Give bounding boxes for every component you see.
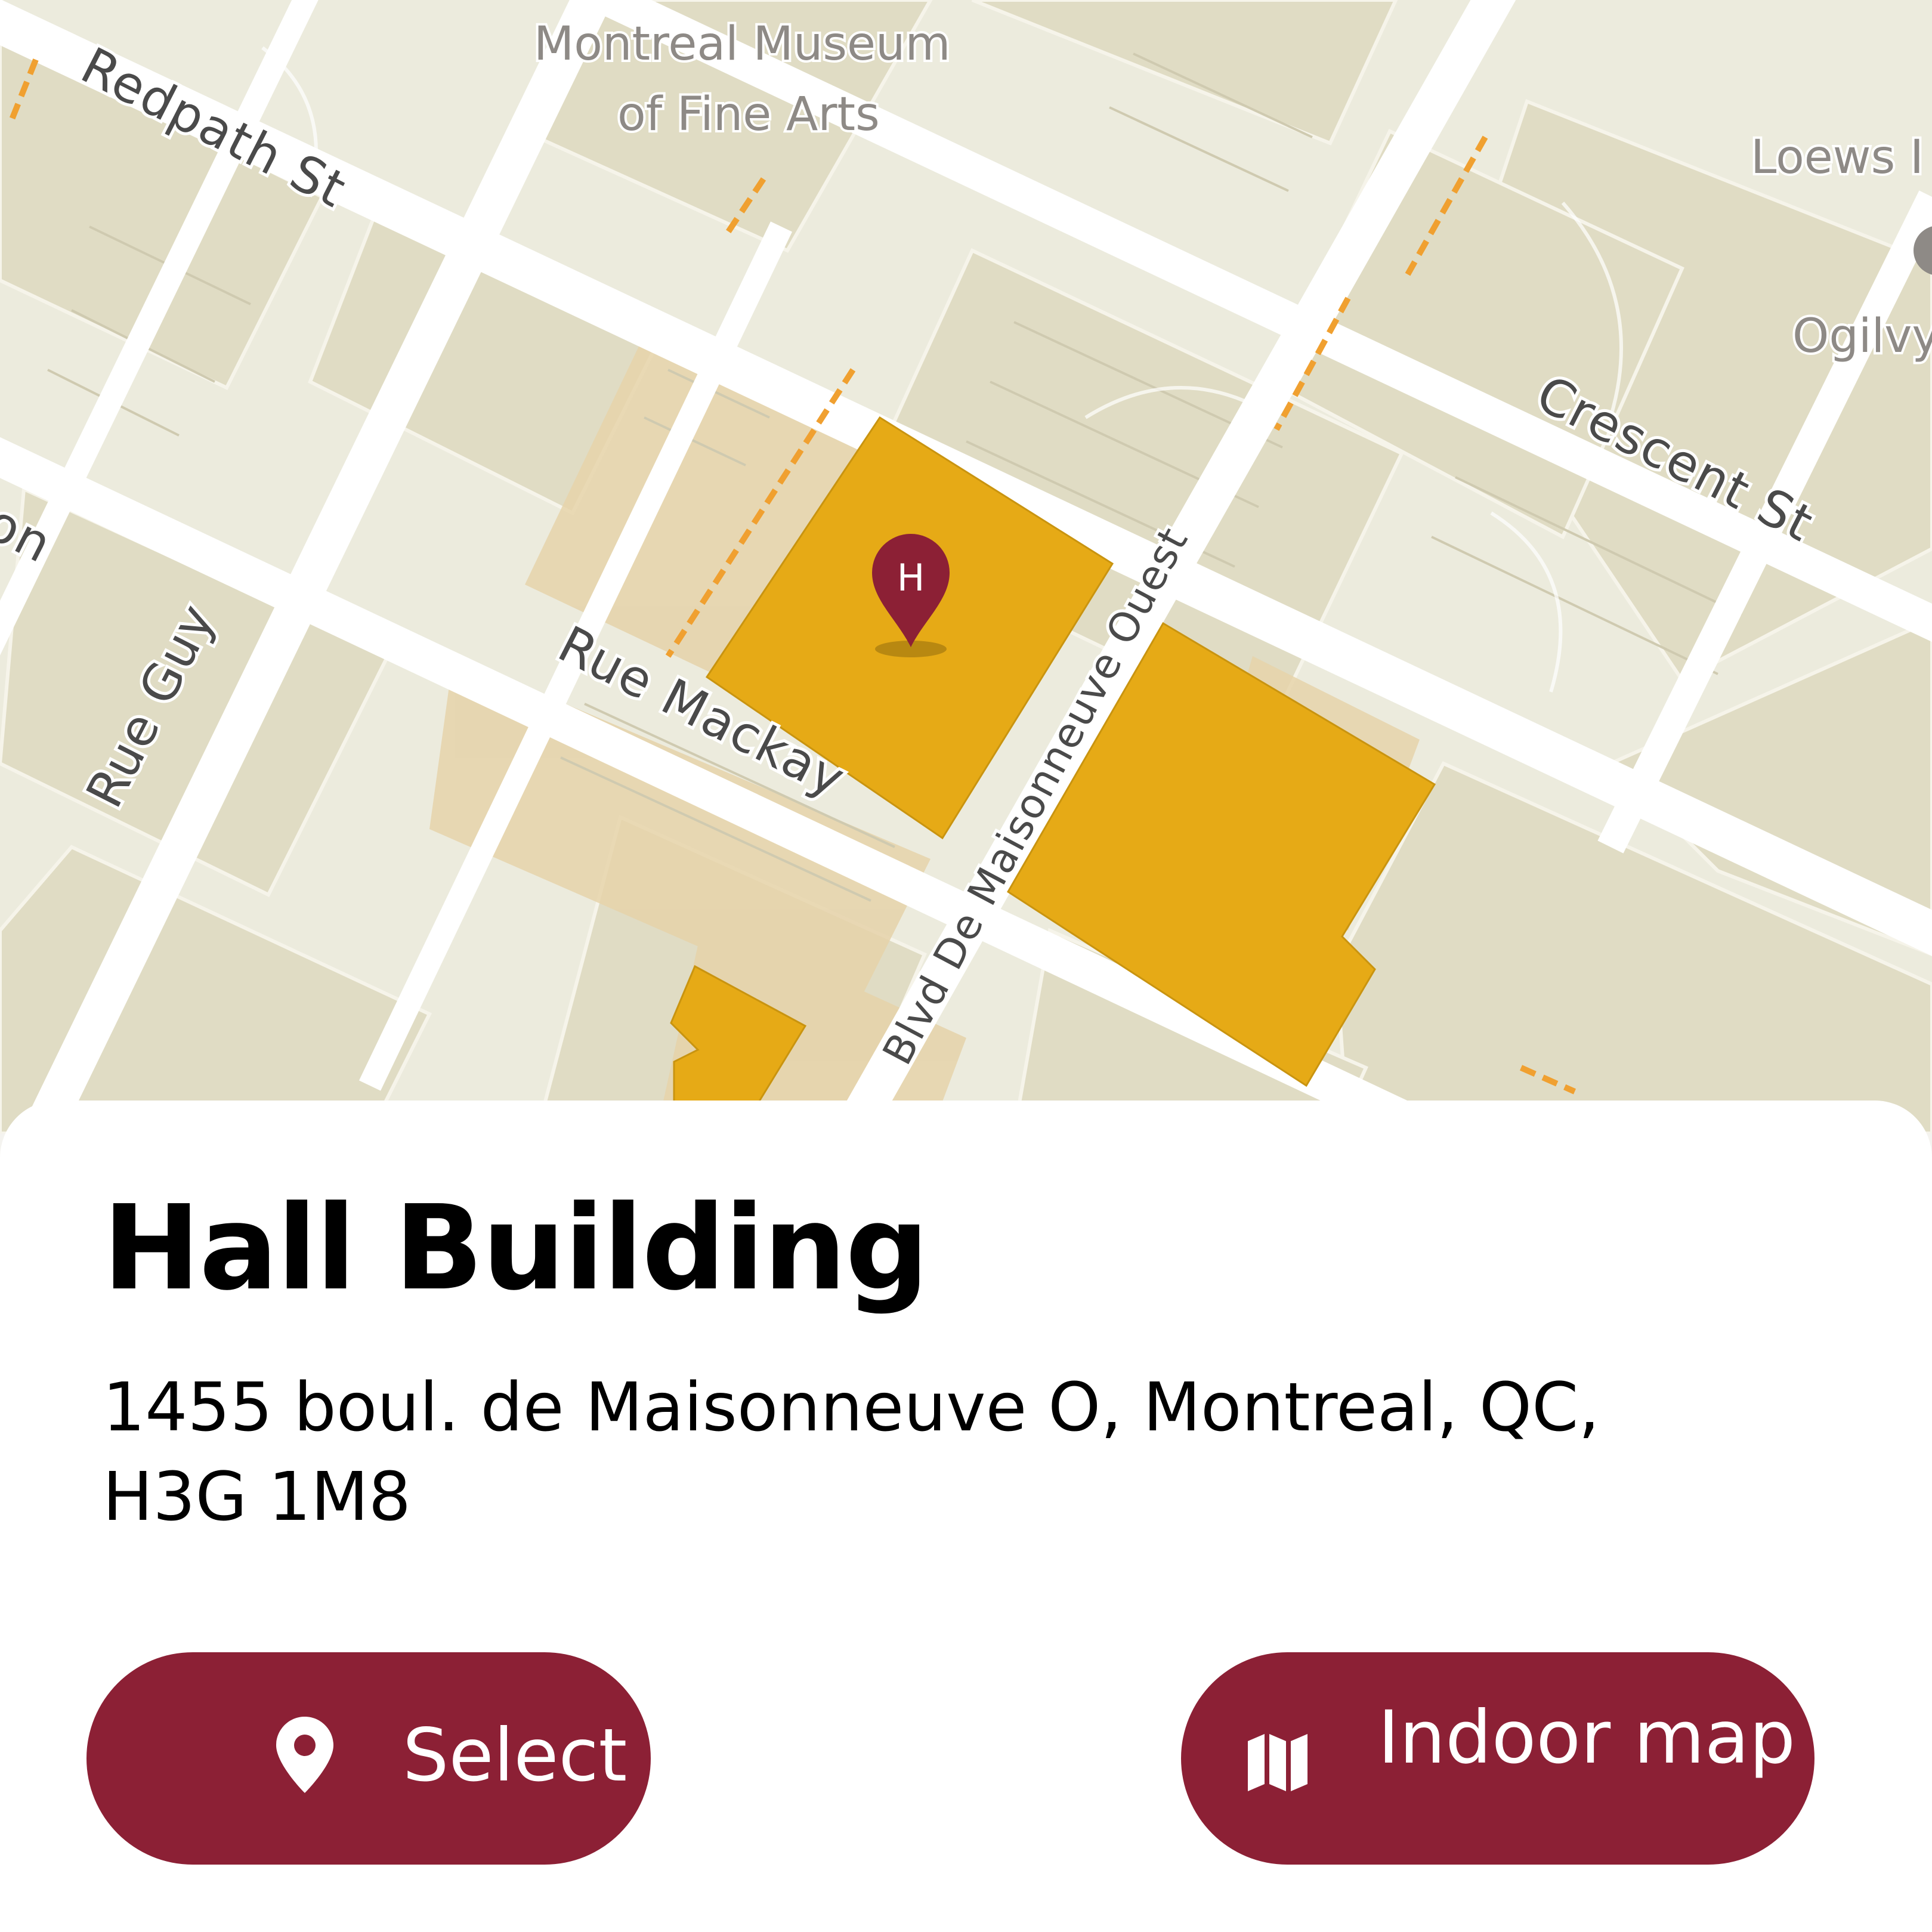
- indoor-map-button[interactable]: Indoor map: [1181, 1652, 1814, 1865]
- select-button-label: Select: [403, 1713, 627, 1798]
- marker-letter: H: [897, 556, 925, 599]
- select-button[interactable]: Select: [86, 1652, 651, 1865]
- map-view[interactable]: Redpath St Crescent St Rue Guy Rue Macka…: [0, 0, 1932, 1133]
- location-pin-icon: [276, 1717, 333, 1810]
- building-title: Hall Building: [103, 1180, 929, 1316]
- folded-map-icon: [1248, 1724, 1307, 1809]
- poi-label-ogilvy: Ogilvy: [1792, 310, 1932, 363]
- building-address: 1455 boul. de Maisonneuve O, Montreal, Q…: [103, 1369, 1600, 1536]
- indoor-map-button-label: Indoor map: [1378, 1695, 1796, 1780]
- poi-label-museum-2: of Fine Arts: [617, 88, 880, 141]
- building-info-card: Hall Building 1455 boul. de Maisonneuve …: [0, 1101, 1932, 1932]
- map-canvas[interactable]: Redpath St Crescent St Rue Guy Rue Macka…: [0, 0, 1932, 1133]
- poi-label-loews: Loews I: [1751, 131, 1924, 184]
- poi-label-museum-1: Montreal Museum: [534, 17, 950, 71]
